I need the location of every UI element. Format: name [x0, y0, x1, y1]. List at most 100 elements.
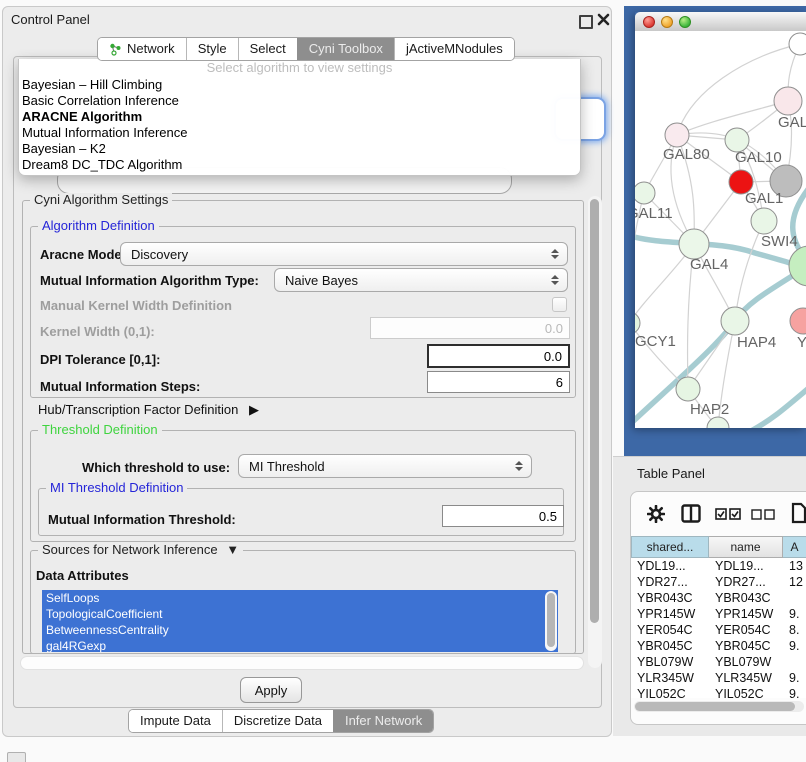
split-columns-icon[interactable] — [681, 504, 701, 523]
table-cell — [783, 654, 806, 670]
table-cell: 9. — [783, 638, 806, 654]
tab-infer-network[interactable]: Infer Network — [333, 710, 433, 732]
attribute-list-item[interactable]: gal4RGexp — [42, 638, 558, 652]
minimize-traffic-light-icon[interactable] — [661, 16, 673, 28]
attribute-list-item[interactable]: TopologicalCoefficient — [42, 606, 558, 622]
table-header-row: shared...nameA — [631, 536, 806, 558]
dpi-tolerance-field[interactable] — [427, 344, 570, 368]
attribute-list-item[interactable]: SelfLoops — [42, 590, 558, 606]
table-card: shared...nameA YDL19...YDL19...13YDR27..… — [630, 491, 806, 725]
table-row[interactable]: YDL19...YDL19...13 — [631, 558, 806, 574]
tab-style[interactable]: Style — [186, 38, 238, 60]
apply-button[interactable]: Apply — [240, 677, 302, 703]
resize-grip[interactable] — [7, 752, 26, 762]
tab-label: jActiveMNodules — [406, 38, 503, 60]
node-label: SWI4 — [761, 233, 798, 250]
column-header-name[interactable]: name — [709, 536, 783, 558]
zoom-traffic-light-icon[interactable] — [679, 16, 691, 28]
tab-network[interactable]: Network — [98, 38, 186, 60]
dropdown-item[interactable]: Mutual Information Inference — [19, 125, 580, 141]
float-window-icon[interactable] — [579, 15, 593, 29]
table-row[interactable]: YBR043CYBR043C — [631, 590, 806, 606]
tab-cyni-toolbox[interactable]: Cyni Toolbox — [297, 38, 394, 60]
tab-label: Discretize Data — [234, 710, 322, 732]
attr-list-scrollbar[interactable] — [545, 591, 557, 651]
dropdown-item[interactable]: Bayesian – K2 — [19, 141, 580, 157]
table-row[interactable]: YPR145WYPR145W9. — [631, 606, 806, 622]
network-node-swi4[interactable] — [751, 208, 777, 234]
sources-group-label: Sources for Network Inference — [42, 542, 218, 557]
network-window-titlebar[interactable] — [635, 12, 806, 32]
gear-icon[interactable] — [647, 505, 665, 523]
mi-steps-field[interactable] — [427, 371, 570, 393]
table-panel-title: Table Panel — [637, 466, 705, 481]
node-label: GCY1 — [635, 333, 676, 350]
dropdown-item[interactable]: ARACNE Algorithm — [19, 109, 580, 125]
which-threshold-value: MI Threshold — [249, 459, 325, 474]
tab-label: Select — [250, 38, 286, 60]
table-cell: 9. — [783, 606, 806, 622]
mi-type-label: Mutual Information Algorithm Type: — [40, 273, 259, 288]
network-node-hap2[interactable] — [676, 377, 700, 401]
tab-impute-data[interactable]: Impute Data — [129, 710, 222, 732]
tab-select[interactable]: Select — [238, 38, 297, 60]
column-header-shared[interactable]: shared... — [631, 536, 709, 558]
table-toolbar — [631, 492, 806, 536]
which-threshold-combobox[interactable]: MI Threshold — [238, 454, 532, 478]
mi-threshold-group-title: MI Threshold Definition — [46, 481, 187, 495]
attribute-list-item[interactable]: BetweennessCentrality — [42, 622, 558, 638]
network-canvas[interactable]: GALGAL80GAL10GAL1GAL11SWI4GAL4GCY1HAP4YH… — [635, 31, 806, 428]
network-node-gal80[interactable] — [665, 123, 689, 147]
unchecked-checkboxes-icon[interactable] — [751, 509, 775, 520]
close-traffic-light-icon[interactable] — [643, 16, 655, 28]
close-icon[interactable] — [597, 13, 610, 26]
aracne-mode-combobox[interactable]: Discovery — [120, 242, 568, 266]
control-panel-title: Control Panel — [11, 12, 90, 27]
settings-vertical-scrollbar-thumb[interactable] — [590, 199, 599, 623]
tab-discretize-data[interactable]: Discretize Data — [222, 710, 333, 732]
node-label: GAL11 — [635, 205, 673, 222]
dropdown-item[interactable]: Bayesian – Hill Climbing — [19, 77, 580, 93]
table-row[interactable]: YLR345WYLR345W9. — [631, 670, 806, 686]
tab-label: Impute Data — [140, 710, 211, 732]
mi-type-combobox[interactable]: Naive Bayes — [274, 268, 568, 292]
table-cell: YBR043C — [631, 590, 709, 606]
network-node-y[interactable] — [790, 308, 806, 334]
tab-jactivemnodules[interactable]: jActiveMNodules — [394, 38, 514, 60]
table-cell: YDL19... — [709, 558, 783, 574]
settings-horizontal-scrollbar[interactable] — [20, 656, 584, 670]
attr-list-scrollbar-thumb[interactable] — [547, 593, 555, 647]
manual-kernel-checkbox[interactable] — [552, 297, 567, 312]
table-row[interactable]: YER054CYER054C8. — [631, 622, 806, 638]
column-header-a[interactable]: A — [783, 536, 806, 558]
hub-definition-toggle[interactable]: Hub/Transcription Factor Definition ▶ — [38, 402, 259, 418]
table-cell: 12 — [783, 574, 806, 590]
table-cell: 8. — [783, 622, 806, 638]
network-node-gcy1[interactable] — [635, 312, 640, 334]
settings-vertical-scrollbar[interactable] — [588, 196, 602, 668]
tab-label: Cyni Toolbox — [309, 38, 383, 60]
table-horizontal-scrollbar-thumb[interactable] — [635, 702, 795, 711]
network-node-hap4[interactable] — [721, 307, 749, 335]
document-icon[interactable] — [791, 502, 806, 524]
sources-group-title[interactable]: Sources for Network Inference ▼ — [38, 543, 243, 557]
network-node-gal4[interactable] — [679, 229, 709, 259]
mi-threshold-field[interactable] — [442, 505, 564, 527]
dropdown-item[interactable]: Dream8 DC_TDC Algorithm — [19, 157, 580, 173]
data-attributes-list: SelfLoopsTopologicalCoefficientBetweenne… — [42, 590, 558, 652]
checked-checkboxes-icon[interactable] — [715, 508, 741, 520]
table-row[interactable]: YBR045CYBR045C9. — [631, 638, 806, 654]
table-row[interactable]: YBL079WYBL079W — [631, 654, 806, 670]
network-node[interactable] — [789, 33, 806, 55]
table-body: YDL19...YDL19...13YDR27...YDR27...12YBR0… — [631, 558, 806, 698]
node-label: GAL10 — [735, 149, 782, 166]
network-node[interactable] — [789, 246, 806, 286]
table-row[interactable]: YDR27...YDR27...12 — [631, 574, 806, 590]
network-node-gal11[interactable] — [635, 182, 655, 204]
table-horizontal-scrollbar[interactable] — [634, 701, 804, 712]
kernel-width-field[interactable] — [370, 317, 570, 339]
dropdown-item[interactable]: Basic Correlation Inference — [19, 93, 580, 109]
network-node-gal[interactable] — [774, 87, 802, 115]
algorithm-definition-title: Algorithm Definition — [38, 219, 159, 233]
table-row[interactable]: YIL052CYIL052C9. — [631, 686, 806, 698]
